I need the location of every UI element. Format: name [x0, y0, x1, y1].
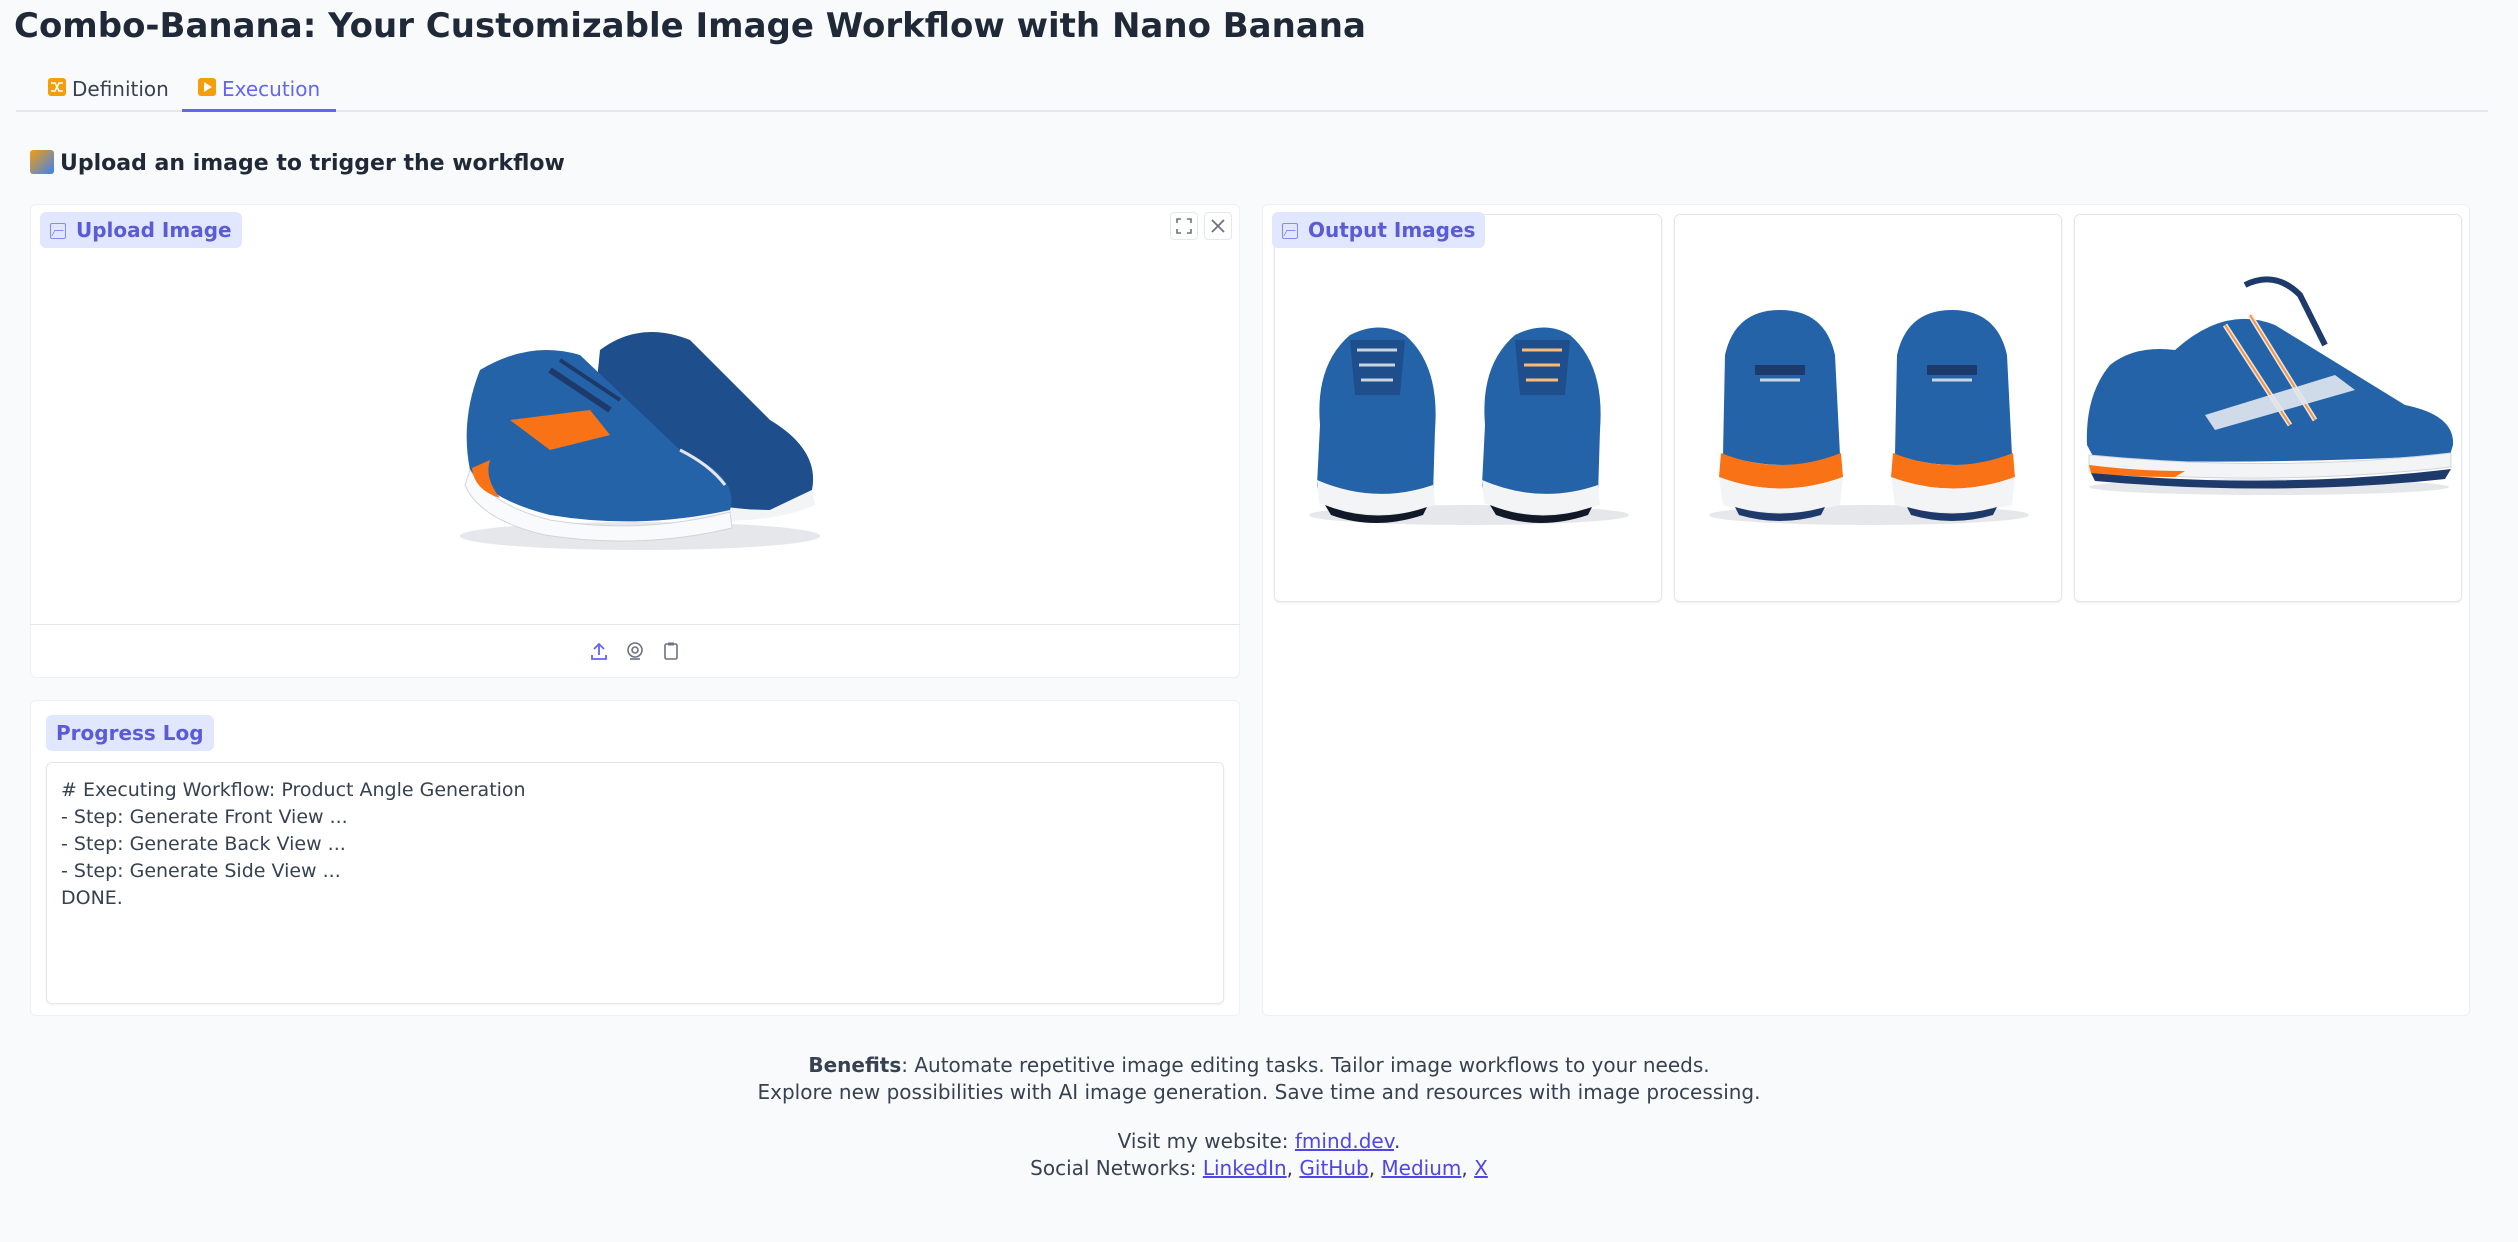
log-line: - Step: Generate Back View ...	[61, 833, 346, 855]
benefits-text-1: : Automate repetitive image editing task…	[901, 1053, 1710, 1077]
benefits-label: Benefits	[808, 1053, 902, 1077]
github-link[interactable]: GitHub	[1299, 1156, 1368, 1180]
clipboard-icon[interactable]	[660, 640, 682, 662]
output-images-label: Output Images	[1272, 212, 1486, 248]
play-icon	[198, 66, 216, 112]
visit-suffix: .	[1393, 1129, 1401, 1153]
separator: ,	[1286, 1156, 1300, 1180]
close-icon	[1211, 219, 1225, 233]
progress-log-textbox[interactable]: # Executing Workflow: Product Angle Gene…	[46, 762, 1224, 1004]
front-view-shoes-image	[1309, 327, 1629, 525]
upload-icon[interactable]	[588, 640, 610, 662]
fullscreen-icon	[1176, 218, 1192, 234]
upload-image-label: Upload Image	[40, 212, 242, 248]
output-image-front[interactable]	[1274, 214, 1662, 602]
linkedin-link[interactable]: LinkedIn	[1203, 1156, 1287, 1180]
x-link[interactable]: X	[1474, 1156, 1488, 1180]
framed-picture-icon	[30, 150, 54, 174]
benefits-text-2: Explore new possibilities with AI image …	[757, 1080, 1761, 1104]
shuffle-icon	[48, 66, 66, 112]
output-image-side[interactable]	[2074, 214, 2462, 602]
side-view-shoe-image	[2086, 276, 2454, 495]
clear-button[interactable]	[1204, 212, 1232, 240]
tab-bar: Definition Execution	[16, 66, 2488, 112]
uploaded-shoe-image	[460, 332, 820, 550]
progress-log-label: Progress Log	[46, 715, 214, 751]
website-link[interactable]: fmind.dev	[1295, 1129, 1394, 1153]
log-line: DONE.	[61, 887, 123, 909]
log-line: - Step: Generate Side View ...	[61, 860, 341, 882]
log-line: # Executing Workflow: Product Angle Gene…	[61, 779, 526, 801]
tab-definition-label: Definition	[72, 77, 169, 101]
image-icon	[1282, 223, 1298, 239]
page-title: Combo-Banana: Your Customizable Image Wo…	[14, 6, 1366, 46]
tab-execution-label: Execution	[222, 77, 321, 101]
tab-execution[interactable]: Execution	[182, 66, 337, 112]
log-line: - Step: Generate Front View ...	[61, 806, 348, 828]
webcam-icon[interactable]	[624, 640, 646, 662]
section-heading: Upload an image to trigger the workflow	[30, 150, 565, 176]
fullscreen-button[interactable]	[1170, 212, 1198, 240]
section-heading-text: Upload an image to trigger the workflow	[60, 151, 565, 176]
separator: ,	[1461, 1156, 1475, 1180]
medium-link[interactable]: Medium	[1381, 1156, 1461, 1180]
visit-prefix: Visit my website:	[1117, 1129, 1295, 1153]
social-prefix: Social Networks:	[1030, 1156, 1203, 1180]
output-image-back[interactable]	[1674, 214, 2062, 602]
separator: ,	[1368, 1156, 1382, 1180]
upload-toolbar-divider	[30, 624, 1240, 625]
footer-benefits: Benefits: Automate repetitive image edit…	[0, 1052, 2518, 1106]
tab-definition[interactable]: Definition	[32, 66, 185, 112]
footer-links: Visit my website: fmind.dev. Social Netw…	[0, 1128, 2518, 1182]
image-icon	[50, 223, 66, 239]
back-view-shoes-image	[1709, 310, 2029, 525]
